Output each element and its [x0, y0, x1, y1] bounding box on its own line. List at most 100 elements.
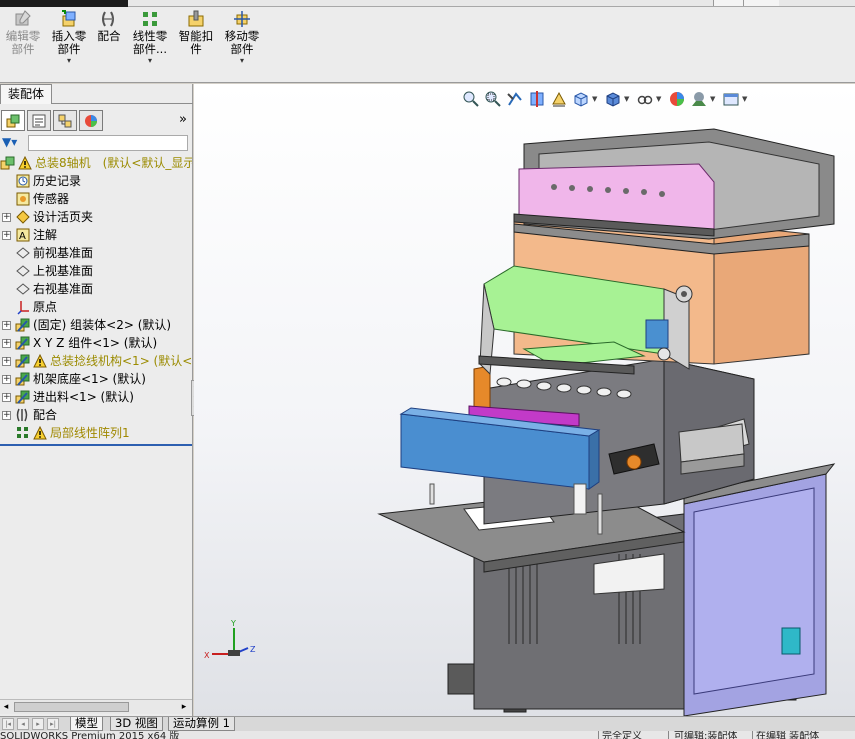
tree-item[interactable]: + 进出料<1> (默认)	[0, 388, 192, 406]
sensor-icon	[15, 191, 31, 207]
status-version: SOLIDWORKS Premium 2015 x64 版	[0, 731, 180, 739]
chevron-down-icon[interactable]: ▾	[128, 57, 172, 65]
configuration-icon	[58, 114, 72, 128]
smart-fastener-icon	[188, 10, 204, 27]
tree-item[interactable]: + 设计活页夹	[0, 208, 192, 226]
tree-item[interactable]: + (固定) 组装体<2> (默认)	[0, 316, 192, 334]
edit-component-icon	[15, 10, 31, 26]
tree-item[interactable]: + A 注解	[0, 226, 192, 244]
tab-model[interactable]: 模型	[70, 717, 103, 731]
tree-item[interactable]: 总装8轴机 (默认<默认_显示	[0, 154, 192, 172]
insert-component-button[interactable]: 插入零 部件 ▾	[48, 9, 90, 65]
filter-input[interactable]	[28, 135, 188, 151]
scroll-right-icon[interactable]: ▸	[178, 701, 190, 713]
tree-item-label: 原点	[33, 300, 58, 314]
tree-item-label: 总装8轴机 (默认<默认_显示	[35, 156, 192, 170]
expand-toggle-icon[interactable]: +	[2, 393, 11, 402]
tree-item-label: 注解	[33, 228, 58, 242]
tree-item[interactable]: 局部线性阵列1	[0, 424, 192, 442]
smart-fastener-button[interactable]: 智能扣 件	[176, 9, 216, 56]
tree-item[interactable]: 右视基准面	[0, 280, 192, 298]
expand-toggle-icon[interactable]: +	[2, 231, 11, 240]
tree-item-label: (固定) 组装体<2> (默认)	[33, 318, 172, 332]
origin-icon	[15, 299, 31, 315]
status-bar: SOLIDWORKS Premium 2015 x64 版 完全定义 可编辑:装…	[0, 731, 855, 739]
graphics-viewport[interactable]: ▼ ▼ ▼ ▼ ▼ X Y Z	[194, 84, 855, 716]
last-tab-icon[interactable]: ▸|	[47, 718, 59, 730]
machine-3d-model[interactable]: X Y Z	[194, 84, 855, 716]
svg-text:A: A	[19, 231, 26, 242]
filter-icon[interactable]: ▼▾	[2, 135, 17, 149]
property-manager-tab[interactable]	[27, 110, 51, 131]
warning-icon	[18, 155, 32, 170]
linear-pattern-icon	[143, 12, 157, 26]
tree-item-label: 局部线性阵列1	[50, 426, 130, 440]
tab-assembly[interactable]: 装配体	[0, 84, 52, 104]
panel-icon-tabs: »	[0, 109, 193, 132]
expand-toggle-icon[interactable]: +	[2, 339, 11, 348]
tree-item[interactable]: 历史记录	[0, 172, 192, 190]
linear-pattern-button[interactable]: 线性零 部件... ▾	[128, 9, 172, 65]
rollback-bar[interactable]	[0, 444, 192, 446]
tree-item-label: 机架底座<1> (默认)	[33, 372, 146, 386]
subassembly-icon	[15, 335, 31, 351]
scroll-thumb[interactable]	[14, 702, 129, 712]
expand-toggle-icon[interactable]: +	[2, 321, 11, 330]
status-editing: 在编辑 装配体	[756, 731, 820, 739]
annotation-icon: A	[15, 227, 31, 243]
tree-filter: ▼▾	[0, 134, 190, 152]
tree-item[interactable]: + X Y Z 组件<1> (默认)	[0, 334, 192, 352]
first-tab-icon[interactable]: |◂	[2, 718, 14, 730]
expand-toggle-icon[interactable]: +	[2, 411, 11, 420]
tree-item[interactable]: 前视基准面	[0, 244, 192, 262]
coordinate-triad	[212, 628, 249, 656]
tab-3d-view[interactable]: 3D 视图	[110, 717, 163, 731]
mates-folder-icon	[15, 407, 31, 423]
warning-icon	[33, 425, 47, 440]
history-icon	[15, 173, 31, 189]
window-control-button[interactable]	[713, 0, 743, 6]
move-component-button[interactable]: 移动零 部件 ▾	[220, 9, 264, 65]
tree-item[interactable]: 传感器	[0, 190, 192, 208]
tab-motion-study[interactable]: 运动算例 1	[168, 717, 235, 731]
horizontal-scrollbar[interactable]: ◂ ▸	[0, 699, 192, 714]
feature-manager-tab[interactable]	[1, 110, 25, 131]
prev-tab-icon[interactable]: ◂	[17, 718, 29, 730]
configuration-manager-tab[interactable]	[53, 110, 77, 131]
feature-manager-panel: 装配体 » ▼▾ 总装8轴机 (默认<默认_显示历史记录 传感器 + 设计活页夹 + A 注…	[0, 84, 193, 716]
command-manager: 编辑零 部件 插入零 部件 ▾ 配合 线性零 部件... ▾ 智能扣 件 移动零…	[0, 7, 855, 83]
tree-item[interactable]: + 配合	[0, 406, 192, 424]
tree-item[interactable]: + 总装捻线机构<1> (默认<	[0, 352, 192, 370]
mate-button[interactable]: 配合	[94, 9, 124, 43]
tree-item[interactable]: + 机架底座<1> (默认)	[0, 370, 192, 388]
tab-divider	[52, 103, 193, 104]
chevron-down-icon[interactable]: ▾	[220, 57, 264, 65]
scroll-left-icon[interactable]: ◂	[0, 701, 12, 713]
property-icon	[32, 114, 46, 128]
status-definition: 完全定义	[602, 731, 642, 739]
insert-component-icon	[62, 10, 76, 27]
more-tabs-button[interactable]: »	[179, 112, 187, 127]
subassembly-icon	[15, 371, 31, 387]
expand-toggle-icon[interactable]: +	[2, 375, 11, 384]
assembly-icon	[0, 155, 16, 171]
tree-item[interactable]: 原点	[0, 298, 192, 316]
triad-z-label: Z	[250, 645, 256, 654]
window-control-button[interactable]	[743, 0, 779, 6]
feature-tree: 总装8轴机 (默认<默认_显示历史记录 传感器 + 设计活页夹 + A 注解前视基准面 上视基…	[0, 154, 192, 444]
tree-item[interactable]: 上视基准面	[0, 262, 192, 280]
plane-icon	[15, 245, 31, 261]
warning-icon	[33, 353, 47, 368]
tree-item-label: 设计活页夹	[33, 210, 94, 224]
design-binder-icon	[15, 209, 31, 225]
next-tab-icon[interactable]: ▸	[32, 718, 44, 730]
expand-toggle-icon[interactable]: +	[2, 357, 11, 366]
chevron-down-icon[interactable]: ▾	[48, 57, 90, 65]
tree-item-label: 进出料<1> (默认)	[33, 390, 134, 404]
expand-toggle-icon[interactable]: +	[2, 213, 11, 222]
display-manager-tab[interactable]	[79, 110, 103, 131]
edit-component-button[interactable]: 编辑零 部件	[2, 9, 44, 56]
title-bar	[0, 0, 855, 7]
local-pattern-icon	[15, 425, 31, 441]
triad-x-label: X	[204, 651, 210, 660]
